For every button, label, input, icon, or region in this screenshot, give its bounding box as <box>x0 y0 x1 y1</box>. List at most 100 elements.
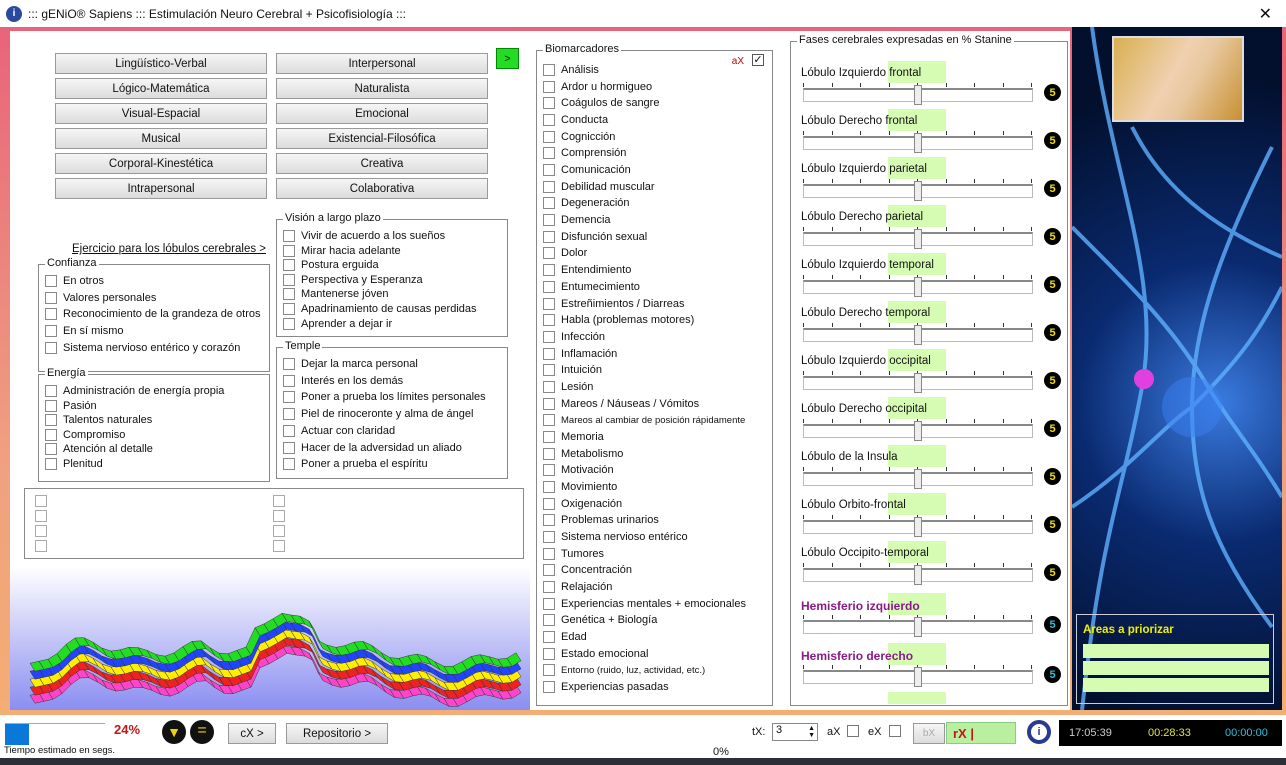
repositorio-button[interactable]: Repositorio > <box>286 723 388 744</box>
checkbox[interactable] <box>543 414 555 427</box>
checkbox-item[interactable]: En otros <box>45 275 104 287</box>
checkbox-item[interactable]: Aprender a dejar ir <box>283 317 392 330</box>
slider-thumb[interactable] <box>914 277 922 297</box>
intelligence-button[interactable]: Intrapersonal <box>55 178 267 199</box>
checkbox-item[interactable]: Hacer de la adversidad un aliado <box>283 441 462 454</box>
checkbox[interactable] <box>543 547 555 560</box>
slider-thumb[interactable] <box>914 181 922 201</box>
extra-checkbox[interactable] <box>35 510 47 522</box>
checkbox[interactable] <box>283 408 295 421</box>
checkbox-item[interactable]: Vivir de acuerdo a los sueños <box>283 230 445 242</box>
slider-thumb[interactable] <box>914 133 922 153</box>
checkbox[interactable] <box>283 244 295 257</box>
extra-checkbox[interactable] <box>35 495 47 507</box>
checkbox[interactable] <box>45 308 57 321</box>
checkbox[interactable] <box>45 291 57 304</box>
checkbox[interactable] <box>283 259 295 272</box>
spinner-arrows-icon[interactable]: ▲ ▼ <box>808 725 815 739</box>
tx-spinner[interactable]: 3 ▲ ▼ <box>772 723 818 741</box>
biomarker-item[interactable]: Inflamación <box>543 347 617 360</box>
biomarker-item[interactable]: Mareos al cambiar de posición rápidament… <box>543 414 745 427</box>
biomarker-item[interactable]: Lesión <box>543 380 593 393</box>
bx-button[interactable]: bX <box>913 723 945 744</box>
biomarker-item[interactable]: Problemas urinarios <box>543 514 659 527</box>
checkbox-item[interactable]: Talentos naturales <box>45 414 152 427</box>
extra-checkbox[interactable] <box>273 510 285 522</box>
biomarker-item[interactable]: Disfunción sexual <box>543 230 647 243</box>
checkbox[interactable] <box>543 280 555 293</box>
biomarker-item[interactable]: Coágulos de sangre <box>543 97 659 110</box>
intelligence-button[interactable]: Lógico-Matemática <box>55 78 267 99</box>
checkbox[interactable] <box>543 164 555 177</box>
biomarker-item[interactable]: Concentración <box>543 564 632 577</box>
intelligence-button[interactable]: Existencial-Filosófica <box>276 128 488 149</box>
biomarker-item[interactable]: Metabolismo <box>543 447 623 460</box>
biomarker-item[interactable]: Habla (problemas motores) <box>543 314 694 327</box>
biomarker-item[interactable]: Tumores <box>543 547 604 560</box>
intelligence-button[interactable]: Colaborativa <box>276 178 488 199</box>
checkbox[interactable] <box>45 385 57 397</box>
biomarker-item[interactable]: Demencia <box>543 214 611 227</box>
checkbox[interactable] <box>543 481 555 493</box>
ax-checkbox[interactable]: ✓ <box>752 54 764 66</box>
area-field[interactable] <box>1083 644 1269 658</box>
checkbox[interactable] <box>283 317 295 330</box>
checkbox[interactable] <box>543 264 555 277</box>
checkbox[interactable] <box>543 364 555 377</box>
intelligence-button[interactable]: Corporal-Kinestética <box>55 153 267 174</box>
checkbox[interactable] <box>283 374 295 387</box>
checkbox[interactable] <box>283 391 295 404</box>
checkbox-item[interactable]: Poner a prueba los límites personales <box>283 391 486 404</box>
checkbox-item[interactable]: Piel de rinoceronte y alma de ángel <box>283 408 473 421</box>
intelligence-button[interactable]: Visual-Espacial <box>55 103 267 124</box>
slider-thumb[interactable] <box>914 517 922 537</box>
checkbox-item[interactable]: Valores personales <box>45 291 156 304</box>
checkbox[interactable] <box>543 197 555 210</box>
slider-thumb[interactable] <box>914 85 922 105</box>
checkbox-item[interactable]: Postura erguida <box>283 259 379 272</box>
checkbox-item[interactable]: Atención al detalle <box>45 443 153 456</box>
checkbox-item[interactable]: Reconocimiento de la grandeza de otros <box>45 308 261 321</box>
intelligence-button[interactable]: Creativa <box>276 153 488 174</box>
biomarker-item[interactable]: Entorno (ruido, luz, actividad, etc.) <box>543 664 705 677</box>
checkbox[interactable] <box>283 458 295 471</box>
checkbox[interactable] <box>543 330 555 343</box>
checkbox[interactable] <box>543 447 555 460</box>
checkbox[interactable] <box>283 288 295 301</box>
exercise-link[interactable]: Ejercicio para los lóbulos cerebrales > <box>72 243 266 255</box>
slider-thumb[interactable] <box>914 565 922 585</box>
checkbox[interactable] <box>543 430 555 443</box>
checkbox[interactable] <box>45 443 57 456</box>
close-button[interactable]: ✕ <box>1259 4 1272 24</box>
checkbox[interactable] <box>543 230 555 243</box>
intelligence-button[interactable]: Interpersonal <box>276 53 488 74</box>
biomarker-item[interactable]: Motivación <box>543 464 614 477</box>
checkbox[interactable] <box>543 247 555 260</box>
info-icon[interactable]: i <box>1027 720 1051 744</box>
slider-thumb[interactable] <box>914 667 922 687</box>
checkbox[interactable] <box>543 514 555 527</box>
area-field[interactable] <box>1083 678 1269 692</box>
checkbox[interactable] <box>543 664 555 677</box>
extra-checkbox[interactable] <box>273 525 285 537</box>
checkbox-item[interactable]: Plenitud <box>45 458 103 470</box>
extra-checkbox[interactable] <box>273 540 285 552</box>
checkbox[interactable] <box>543 64 555 76</box>
checkbox[interactable] <box>543 147 555 160</box>
checkbox-item[interactable]: Dejar la marca personal <box>283 358 418 370</box>
extra-checkbox[interactable] <box>35 525 47 537</box>
slider-thumb[interactable] <box>914 469 922 489</box>
checkbox[interactable] <box>543 297 555 310</box>
checkbox[interactable] <box>45 399 57 412</box>
checkbox-item[interactable]: Administración de energía propia <box>45 385 224 397</box>
checkbox-item[interactable]: Compromiso <box>45 428 125 441</box>
equals-icon[interactable]: = <box>190 720 214 744</box>
checkbox[interactable] <box>45 341 57 354</box>
checkbox[interactable] <box>283 273 295 286</box>
checkbox-item[interactable]: Actuar con claridad <box>283 424 395 437</box>
checkbox-item[interactable]: Sistema nervioso entérico y corazón <box>45 341 240 354</box>
biomarker-item[interactable]: Degeneración <box>543 197 630 210</box>
checkbox[interactable] <box>543 464 555 477</box>
biomarker-item[interactable]: Ardor u hormigueo <box>543 80 652 93</box>
ex-checkbox[interactable] <box>889 725 901 737</box>
